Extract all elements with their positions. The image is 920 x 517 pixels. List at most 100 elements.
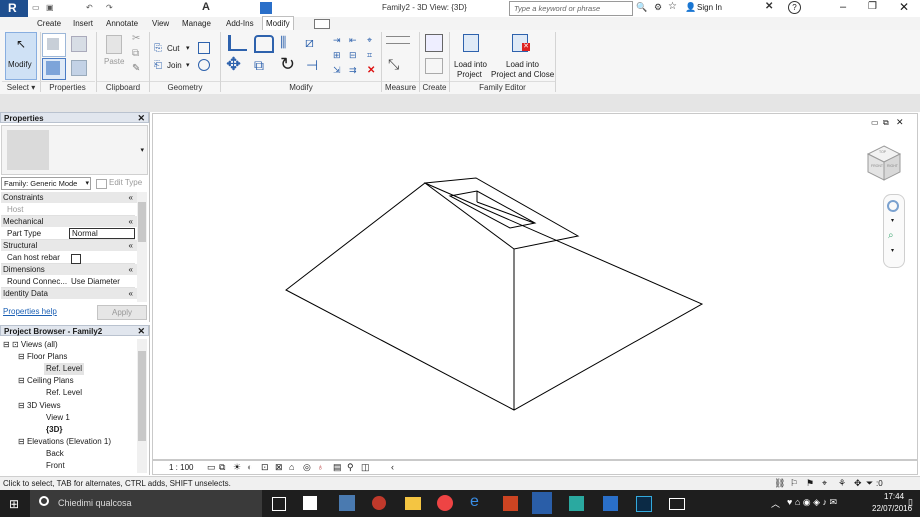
modify-tool-button[interactable]: ↖ Modify — [5, 32, 37, 80]
category-mechanical[interactable]: Mechanical « — [1, 216, 147, 227]
create-group-icon[interactable] — [425, 34, 443, 52]
file-explorer-icon[interactable] — [405, 497, 421, 510]
exchange-apps-icon[interactable]: ✕ — [765, 1, 773, 12]
edit-type-button[interactable]: Edit Type — [96, 177, 148, 190]
detail-level-icon[interactable]: ▭ — [207, 462, 216, 473]
pin-icon[interactable]: ⊟ — [349, 50, 357, 61]
split-gap-icon[interactable]: ⌖ — [367, 35, 372, 46]
family-category-button[interactable] — [42, 58, 66, 80]
text-icon[interactable]: A — [202, 1, 210, 13]
rotate-icon[interactable]: ↻ — [280, 54, 295, 75]
sign-in-link[interactable]: Sign In — [697, 3, 722, 12]
type-selector[interactable]: ▾ — [1, 125, 148, 175]
lock-view-icon[interactable]: ⌂ — [289, 462, 294, 472]
notification-icon[interactable]: ▯ — [908, 497, 913, 508]
scroll-left-icon[interactable]: ‹ — [391, 462, 394, 472]
unpin-element-icon[interactable]: ⌗ — [367, 50, 372, 61]
tree-view-1[interactable]: View 1 — [46, 412, 70, 424]
tree-elevations[interactable]: ⊟ Elevations (Elevation 1) — [18, 436, 111, 448]
category-constraints[interactable]: Constraints « — [1, 192, 147, 203]
category-structural[interactable]: Structural « — [1, 240, 147, 251]
join-icon[interactable]: ⎗ — [154, 60, 162, 71]
delete-icon[interactable]: ✕ — [367, 65, 375, 76]
tray-chevron-icon[interactable]: ︿ — [771, 497, 780, 510]
cope-icon[interactable]: ⎘ — [154, 43, 162, 54]
trim-icon[interactable]: ⇤ — [349, 35, 357, 46]
close-icon[interactable]: ✕ — [137, 113, 145, 124]
app-icon-3[interactable] — [569, 496, 584, 511]
mirror-axis-icon[interactable]: ⫼ — [280, 34, 286, 51]
viewcube-top[interactable]: TOP — [879, 150, 886, 154]
tab-add-ins[interactable]: Add-Ins — [226, 17, 254, 30]
round-connector-value[interactable]: Use Diameter — [71, 276, 120, 288]
app-icon-4[interactable] — [603, 496, 618, 511]
reveal-hidden-icon[interactable]: ♁ — [317, 462, 324, 472]
dimension-icon[interactable]: ⤡ — [388, 56, 399, 73]
constraints-icon[interactable]: ⚲ — [347, 462, 354, 473]
edge-icon[interactable]: e — [470, 493, 490, 513]
load-into-project-and-close-button[interactable]: ✕ Load into Project and Close — [490, 33, 554, 79]
sun-path-icon[interactable]: ☀ — [233, 462, 241, 473]
match-properties-icon[interactable]: ✎ — [132, 63, 140, 74]
zoom-icon[interactable]: ⌕ — [888, 230, 894, 241]
close-icon[interactable]: ✕ — [137, 326, 145, 337]
viewcube[interactable]: TOP FRONT RIGHT — [865, 144, 903, 182]
offset-icon[interactable] — [254, 35, 274, 53]
properties-help-link[interactable]: Properties help — [3, 307, 57, 316]
task-view-icon[interactable] — [272, 497, 286, 511]
tab-modify[interactable]: Modify — [262, 16, 294, 31]
family-type-dropdown[interactable]: Family: Generic Mode ▾ — [1, 177, 91, 190]
select-pinned-icon[interactable]: ⌖ — [822, 478, 827, 489]
user-icon[interactable]: 👤 — [685, 2, 696, 13]
minimize-window-button[interactable]: – — [840, 1, 846, 13]
array-icon[interactable]: ⊞ — [333, 50, 341, 61]
split-element-icon[interactable]: ⇥ — [333, 35, 341, 46]
shadows-icon[interactable]: ◐ — [247, 462, 252, 472]
dropdown-chevron-icon[interactable]: ▾ — [186, 61, 190, 69]
family-types-button[interactable] — [68, 58, 90, 78]
select-links-icon[interactable]: ⚐ — [790, 478, 798, 489]
highlight-displacement-icon[interactable]: ◫ — [361, 462, 370, 473]
chevron-down-icon[interactable]: ▾ — [891, 217, 894, 224]
panel-label-select[interactable]: Select ▾ — [2, 81, 40, 94]
tree-3d-current[interactable]: {3D} — [46, 424, 62, 436]
copy-icon[interactable]: ⧉ — [132, 48, 139, 59]
tab-insert[interactable]: Insert — [73, 17, 93, 30]
tree-elevation-front[interactable]: Front — [46, 460, 65, 472]
favorites-icon[interactable]: ☆ — [668, 1, 677, 12]
copy-element-icon[interactable]: ⧉ — [254, 57, 264, 74]
tree-elevation-back[interactable]: Back — [46, 448, 64, 460]
tree-ceiling-plans[interactable]: ⊟ Ceiling Plans — [18, 375, 74, 387]
store-app-icon[interactable] — [303, 496, 317, 510]
windows-start-icon[interactable]: ⊞ — [9, 497, 19, 511]
scale-icon[interactable]: ⇲ — [333, 65, 341, 76]
cut-icon[interactable]: ✂ — [132, 33, 140, 44]
filter-icon[interactable]: ⏷ — [866, 478, 873, 489]
join-geometry-label[interactable]: Join — [167, 61, 182, 70]
tab-annotate[interactable]: Annotate — [106, 17, 138, 30]
tree-views-all[interactable]: ⊟ ⊡ Views (all) — [3, 339, 58, 351]
app-icon-1[interactable] — [339, 495, 355, 511]
show-crop-icon[interactable]: ⊠ — [275, 462, 283, 473]
switch-windows-icon[interactable] — [260, 2, 272, 14]
cut-geometry-label[interactable]: Cut — [167, 44, 179, 53]
viewcube-front[interactable]: FRONT — [871, 164, 883, 168]
hide-isolate-icon[interactable]: ◎ — [303, 462, 311, 473]
tab-view[interactable]: View — [152, 17, 169, 30]
close-window-button[interactable]: ✕ — [899, 0, 909, 14]
cortana-search-input[interactable]: Chiedimi qualcosa — [58, 498, 132, 508]
worksharing-icon[interactable]: ⛓ — [774, 478, 785, 489]
undo-icon[interactable]: ↶ — [86, 3, 93, 12]
part-type-field[interactable]: Normal — [69, 228, 135, 239]
family-3d-model[interactable] — [153, 114, 919, 461]
app-menu-button[interactable]: R — [0, 0, 28, 17]
chrome-icon[interactable] — [437, 495, 453, 511]
chevron-down-icon[interactable]: ▾ — [891, 247, 894, 254]
search-input[interactable]: Type a keyword or phrase — [514, 4, 600, 13]
scroll-thumb[interactable] — [138, 351, 146, 441]
revit-taskbar-icon[interactable] — [532, 492, 552, 514]
mail-icon[interactable] — [669, 498, 685, 510]
tab-create[interactable]: Create — [37, 17, 61, 30]
apply-button[interactable]: Apply — [97, 305, 147, 320]
mirror-line-icon[interactable]: ⧄ — [305, 34, 314, 51]
